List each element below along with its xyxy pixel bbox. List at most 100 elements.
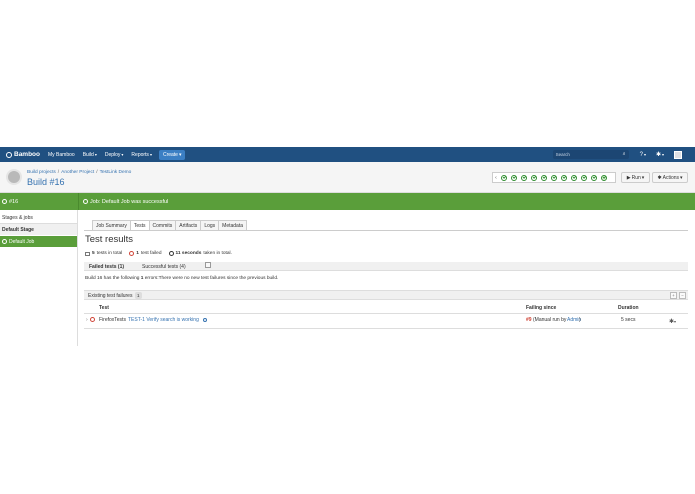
page-title: Build #16	[27, 177, 65, 187]
history-dots	[499, 174, 609, 181]
bamboo-logo[interactable]: Bamboo	[6, 151, 40, 158]
build-errors-summary: Build 16 has the following 1 errors:Ther…	[85, 276, 278, 281]
top-nav: Bamboo My Bamboo Build ▾ Deploy ▾ Reports ▾…	[0, 147, 695, 162]
nav-my-bamboo[interactable]: My Bamboo	[48, 152, 75, 158]
section-title: Test results	[85, 234, 134, 245]
clock-icon	[168, 251, 174, 256]
chevron-down-icon: ▾	[680, 174, 683, 181]
build-header: Build projects / Another Project / TestL…	[0, 162, 695, 193]
test-class: FirefoxTests	[99, 317, 126, 323]
chevron-down-icon: ▾	[178, 151, 182, 158]
info-suffix: errors:There were no new test failures s…	[144, 276, 279, 281]
tab-successful-tests[interactable]: Successful tests (4)	[142, 264, 186, 270]
job-status-text: Job: Default Job was successful	[90, 199, 169, 205]
sidebar-stages-jobs[interactable]: Stages & jobs	[0, 212, 77, 223]
sidebar-item-default-job[interactable]: Default Job	[0, 236, 77, 247]
gear-icon[interactable]: ✱▾	[656, 151, 664, 158]
chevron-down-icon: ▾	[641, 174, 645, 181]
tab-job-summary[interactable]: Job Summary	[92, 220, 131, 230]
search-input[interactable]: Search ⌕	[552, 150, 629, 159]
build-status-dot[interactable]	[551, 174, 557, 181]
tab-commits[interactable]: Commits	[148, 220, 177, 230]
build-status-dot[interactable]	[521, 174, 527, 181]
info-count: 1	[140, 276, 144, 281]
breadcrumb-another-project[interactable]: Another Project	[61, 170, 94, 175]
nav-deploy-label: Deploy	[104, 151, 121, 158]
column-header-test: Test	[99, 305, 109, 311]
duration: 5 secs	[621, 317, 636, 323]
nav-reports[interactable]: Reports ▾	[131, 152, 152, 158]
total-label: tests in total	[96, 251, 123, 256]
tab-metadata[interactable]: Metadata	[218, 220, 248, 230]
success-icon	[83, 199, 88, 205]
nav-reports-label: Reports	[131, 151, 149, 158]
run-button[interactable]: ▶ Run ▾	[621, 172, 650, 183]
build-status-dot[interactable]	[601, 174, 607, 181]
build-status-dot[interactable]	[531, 174, 537, 181]
failed-icon	[90, 317, 95, 323]
build-number-badge: #16	[2, 199, 18, 205]
expand-row-icon[interactable]: ›	[86, 317, 88, 323]
failing-since-text: (Manual run by	[533, 317, 567, 323]
actions-label: Actions	[662, 174, 680, 181]
chevron-down-icon: ▾	[94, 152, 97, 157]
breadcrumb: Build projects / Another Project / TestL…	[27, 170, 131, 175]
existing-failures-header: Existing test failures 1 + −	[84, 290, 688, 300]
divider	[78, 193, 79, 210]
tab-artifacts[interactable]: Artifacts	[175, 220, 202, 230]
brand-name: Bamboo	[14, 151, 40, 158]
time-value: 11 seconds	[175, 251, 202, 256]
breadcrumb-build-projects[interactable]: Build projects	[27, 170, 56, 175]
test-name-link[interactable]: TEST-1 Verify search is working	[128, 317, 199, 323]
search-placeholder: Search	[555, 152, 570, 157]
failing-since-build-link[interactable]: #9	[526, 317, 532, 323]
tab-failed-tests[interactable]: Failed tests (1)	[89, 264, 124, 270]
nav-deploy[interactable]: Deploy ▾	[105, 152, 124, 158]
stat-total: 5 tests in total	[85, 251, 122, 256]
breadcrumb-testlink-demo[interactable]: TestLink Demo	[100, 170, 132, 175]
breadcrumb-separator: /	[96, 170, 98, 175]
search-icon: ⌕	[622, 151, 626, 157]
build-number: #16	[9, 199, 19, 205]
gear-icon[interactable]: ✱▾	[669, 318, 676, 325]
build-status-dot[interactable]	[501, 174, 507, 181]
existing-failures-label: Existing test failures	[88, 293, 133, 299]
build-status-dot[interactable]	[571, 174, 577, 181]
build-status-dot[interactable]	[591, 174, 597, 181]
job-status-message: Job: Default Job was successful	[83, 199, 168, 205]
stat-failed: 1 test failed	[129, 251, 162, 256]
build-history-strip: ‹	[492, 172, 616, 183]
failed-icon	[129, 251, 135, 256]
time-label: taken in total.	[203, 251, 232, 256]
success-icon	[2, 239, 7, 245]
tabs-divider	[84, 230, 688, 231]
column-header-failing-since: Failing since	[526, 305, 557, 311]
create-button[interactable]: Create ▾	[158, 149, 186, 160]
build-status-dot[interactable]	[541, 174, 547, 181]
tests-icon	[85, 251, 90, 256]
count-badge: 1	[135, 292, 142, 299]
broken-image-icon	[205, 262, 211, 268]
build-status-dot[interactable]	[511, 174, 517, 181]
bamboo-icon	[6, 151, 12, 158]
failing-since-end: )	[579, 317, 581, 323]
failed-label: test failed	[140, 251, 162, 256]
avatar[interactable]	[674, 150, 682, 159]
actions-button[interactable]: ✱ Actions ▾	[652, 172, 688, 183]
build-status-icon	[6, 169, 22, 185]
test-stats: 5 tests in total 1 test failed 11 second…	[85, 251, 232, 256]
table-row: › FirefoxTests TEST-1 Verify search is w…	[84, 314, 688, 328]
collapse-icon[interactable]: −	[679, 292, 686, 299]
build-status-dot[interactable]	[581, 174, 587, 181]
link-icon[interactable]	[203, 317, 207, 323]
build-status-dot[interactable]	[561, 174, 567, 181]
expand-icon[interactable]: +	[670, 292, 677, 299]
help-icon[interactable]: ? ▾	[640, 152, 646, 158]
run-label: Run	[631, 174, 641, 181]
failed-count: 1	[136, 251, 139, 256]
sidebar: Stages & jobs Default Stage Default Job	[0, 210, 78, 346]
nav-build[interactable]: Build ▾	[83, 152, 97, 158]
column-header-duration: Duration	[618, 305, 639, 311]
tab-logs[interactable]: Logs	[200, 220, 220, 230]
row-divider	[84, 328, 688, 329]
